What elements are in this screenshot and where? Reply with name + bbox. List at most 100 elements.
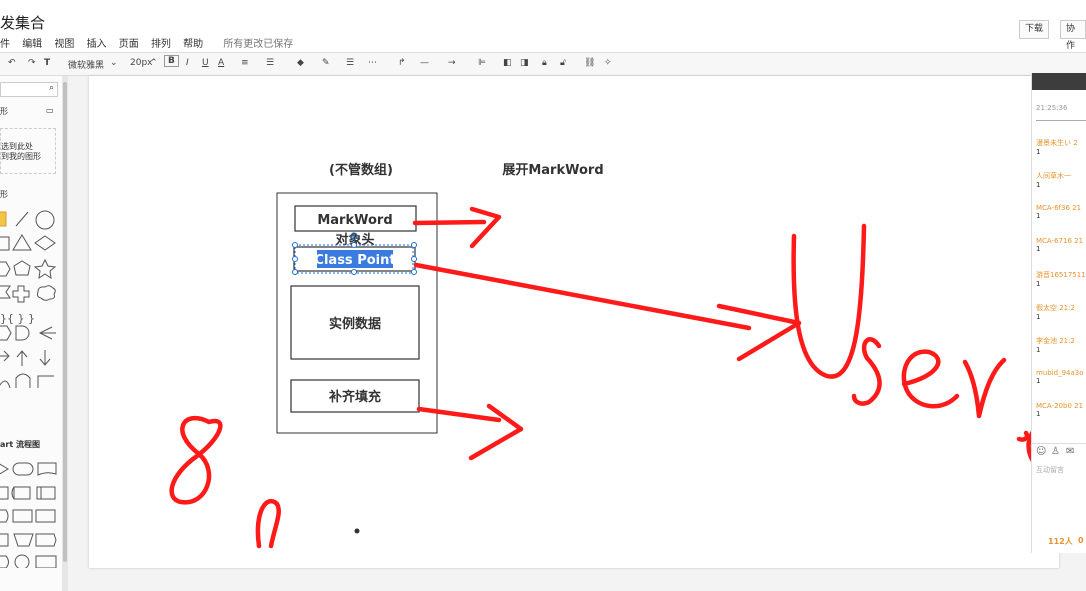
instance-data-text: 实例数据 <box>329 316 381 332</box>
document-shape-icon <box>37 462 57 476</box>
stepper-icon[interactable]: ⌃ <box>150 58 158 68</box>
chat-user[interactable]: mubid_94a3o <box>1036 369 1084 377</box>
chat-message: 假太空 21:2 1 <box>1036 303 1075 321</box>
connector-icon[interactable]: ↱ <box>398 58 406 68</box>
ink-dot <box>354 528 360 534</box>
chat-user[interactable]: 人间草木一 <box>1036 171 1071 181</box>
chat-text: 1 <box>1036 181 1041 189</box>
redo-icon[interactable]: ↷ <box>28 58 36 68</box>
chat-input[interactable]: 互动留言 <box>1036 465 1064 475</box>
menu-insert[interactable]: 插入 <box>87 39 107 50</box>
my-shapes-dropzone[interactable]: 选到此处 到我的图形 <box>0 128 56 174</box>
chat-user[interactable]: 李金池 21:2 <box>1036 336 1075 346</box>
link-icon[interactable]: ⛓︎ <box>584 58 595 68</box>
sidebar-scrollbar[interactable] <box>62 76 68 591</box>
header-left-text: (不管数组) <box>329 162 393 178</box>
diagram-svg[interactable]: (不管数组) 展开MarkWord MarkWord 对象头 Class Poi… <box>89 76 1059 568</box>
section-title: art 流程图 <box>0 440 40 449</box>
internal-storage-icon <box>0 533 9 547</box>
class-point-text[interactable]: Class Point <box>314 253 395 268</box>
basic-shapes-grid[interactable] <box>0 206 60 406</box>
menu-page[interactable]: 页面 <box>119 39 139 50</box>
document-title[interactable]: 发集合 <box>0 12 45 33</box>
chat-user[interactable]: MCA-6716 21 <box>1036 237 1083 245</box>
align-objects-icon[interactable]: ⊫ <box>478 58 486 68</box>
note-shape-icon <box>0 211 7 227</box>
padding-text: 补齐填充 <box>328 389 381 405</box>
drawing-canvas[interactable]: (不管数组) 展开MarkWord MarkWord 对象头 Class Poi… <box>89 76 1059 568</box>
menu-arrange[interactable]: 排列 <box>151 39 171 50</box>
italic-button[interactable]: I <box>186 58 189 68</box>
stored-data-shape-icon <box>11 486 31 500</box>
line-weight-icon[interactable]: ☰ <box>346 58 354 68</box>
chat-message: 漫景未生い 21 <box>1036 138 1078 156</box>
emoji-icon[interactable]: ☺ <box>1036 446 1046 457</box>
square-shape-icon <box>0 236 10 251</box>
send-back-icon[interactable]: ◨ <box>520 58 529 68</box>
live-chat-panel: 21:25:36 漫景未生い 21 人间草木一 1 MCA-6f36 21 1 MC… <box>1031 73 1086 553</box>
collaborate-button[interactable]: 协作 <box>1060 20 1086 51</box>
chevron-down-icon[interactable]: ⌄ <box>110 58 118 68</box>
chat-user[interactable]: 假太空 21:2 <box>1036 303 1075 313</box>
edit-icon[interactable]: ▭ <box>46 106 54 115</box>
chat-message: 游音16517511 1 <box>1036 270 1086 288</box>
align-icon[interactable]: ≡ <box>241 58 249 68</box>
user-icon[interactable]: ♙ <box>1051 446 1060 457</box>
download-button[interactable]: 下载 <box>1019 20 1050 39</box>
menu-help[interactable]: 帮助 <box>183 39 203 50</box>
extra-count: 0 <box>1078 536 1084 545</box>
line-color-icon[interactable]: ✎ <box>322 58 330 68</box>
section-title: 形 <box>0 190 8 199</box>
underline-button[interactable]: U <box>202 58 209 68</box>
chat-text: 1 <box>1036 346 1041 354</box>
diamond-shape-icon <box>34 235 56 251</box>
circle-shape-icon <box>35 210 55 230</box>
brace-shapes[interactable]: }{ } } <box>0 312 35 325</box>
handwritten-eight <box>169 415 223 505</box>
comment-icon[interactable]: ✉ <box>1066 446 1074 457</box>
arrowhead-stroke <box>469 206 502 249</box>
font-color-button[interactable]: A <box>218 58 224 68</box>
fill-color-icon[interactable]: ◆ <box>297 58 304 68</box>
chat-message: mubid_94a3o 1 <box>1036 369 1084 385</box>
chat-text: 1 <box>1036 212 1041 220</box>
format-painter-icon[interactable]: T <box>44 58 50 68</box>
chat-user[interactable]: MCA-6f36 21 <box>1036 204 1081 212</box>
chat-timestamp: 21:25:36 <box>1036 104 1068 112</box>
chat-message: MCA-20b0 21 1 <box>1036 402 1083 418</box>
font-family-select[interactable]: 微软雅黑 <box>68 58 104 71</box>
lock-icon[interactable]: 🔒︎ <box>542 58 547 68</box>
bold-button[interactable]: B <box>164 55 179 67</box>
pentagon-shape-icon <box>13 260 31 276</box>
audience-count: 112人 <box>1048 537 1073 546</box>
arrow-end-icon[interactable]: → <box>448 58 456 68</box>
chat-user[interactable]: MCA-20b0 21 <box>1036 402 1083 410</box>
magic-icon[interactable]: ✧ <box>604 58 612 68</box>
bring-front-icon[interactable]: ◧ <box>503 58 512 68</box>
u-turn-shape-icon <box>15 373 31 388</box>
handwritten-s <box>851 337 882 406</box>
arrowhead-stroke <box>468 403 524 461</box>
chat-text: 1 <box>1036 148 1041 156</box>
line-style-icon[interactable]: ⋯ <box>368 58 377 68</box>
cross-shape-icon <box>12 285 30 303</box>
shape-library: ⌕ 形 ▭ 选到此处 到我的图形 形}{}} art 流程图 <box>0 76 63 591</box>
search-icon[interactable]: ⌕ <box>49 83 54 93</box>
unlock-icon[interactable]: 🔓︎ <box>560 58 566 68</box>
line-dash-icon[interactable]: — <box>420 58 429 68</box>
scrollbar-thumb[interactable] <box>63 82 67 562</box>
arrow-right-shape-icon <box>0 350 10 362</box>
shape-search-input[interactable]: ⌕ <box>0 82 58 97</box>
chat-text: 1 <box>1036 410 1041 418</box>
list-icon[interactable]: ☰ <box>266 58 274 68</box>
handwritten-v <box>962 357 1007 419</box>
chat-user[interactable]: 游音16517511 <box>1036 270 1086 280</box>
triangle-shape-icon <box>12 234 32 251</box>
menu-edit[interactable]: 编辑 <box>22 39 42 50</box>
chat-user[interactable]: 漫景未生い 2 <box>1036 138 1078 148</box>
undo-icon[interactable]: ↶ <box>8 58 16 68</box>
menu-view[interactable]: 视图 <box>54 39 74 50</box>
markword-text: MarkWord <box>317 213 392 228</box>
menu-file[interactable]: 件 <box>0 39 10 50</box>
flowchart-shapes-grid[interactable] <box>0 458 60 568</box>
